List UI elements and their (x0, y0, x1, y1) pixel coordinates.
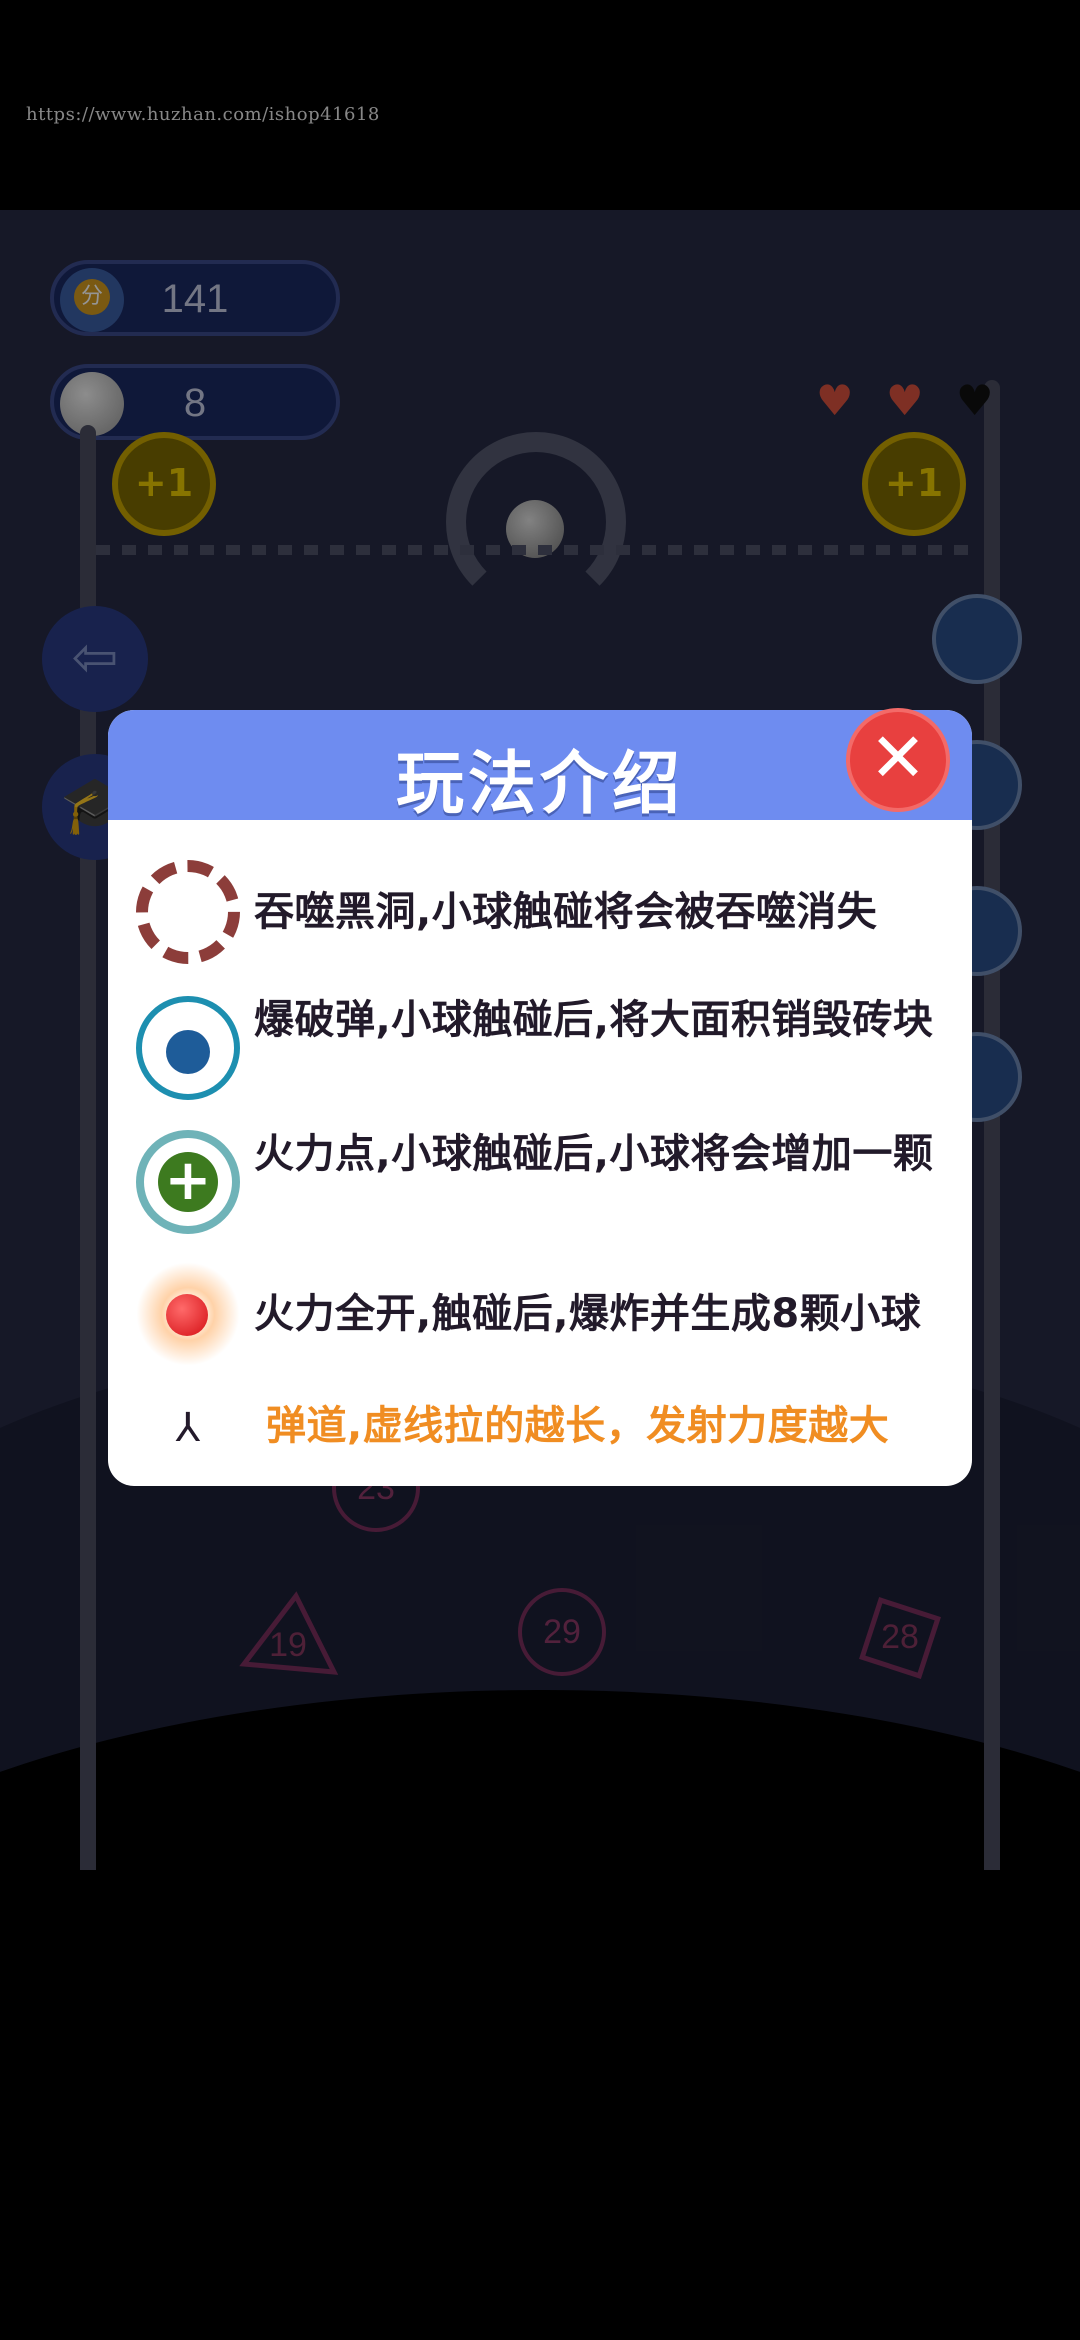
dialog-header: 玩法介绍 (108, 710, 972, 824)
rule-item: ⅄ 弹道,虚线拉的越长，发射力度越大 (108, 1380, 972, 1484)
close-icon[interactable]: ✕ (846, 708, 950, 812)
rule-item: 火力点,小球触碰后,小球将会增加一颗 (108, 1122, 972, 1242)
plus-icon (136, 1130, 240, 1234)
how-to-play-dialog: 玩法介绍 ✕ 吞噬黑洞,小球触碰将会被吞噬消失 爆破弹,小球触碰后,将大面积销毁… (108, 708, 972, 1486)
rule-text: 爆破弹,小球触碰后,将大面积销毁砖块 (254, 997, 934, 1043)
bomb-icon (136, 996, 240, 1100)
rule-text: 吞噬黑洞,小球触碰将会被吞噬消失 (254, 889, 878, 935)
dialog-title: 玩法介绍 (395, 745, 684, 824)
black-hole-icon (136, 860, 240, 964)
rule-item: 爆破弹,小球触碰后,将大面积销毁砖块 (108, 988, 972, 1108)
rule-text: 火力点,小球触碰后,小球将会增加一颗 (254, 1131, 934, 1177)
rule-text-hint: 弹道,虚线拉的越长，发射力度越大 (266, 1403, 890, 1449)
rule-item: 吞噬黑洞,小球触碰将会被吞噬消失 (108, 860, 972, 970)
rule-item: 火力全开,触碰后,爆炸并生成8颗小球 (108, 1260, 972, 1370)
fire-full-icon (136, 1262, 240, 1366)
rule-text: 火力全开,触碰后,爆炸并生成8颗小球 (254, 1291, 922, 1337)
trajectory-icon: ⅄ (175, 1405, 201, 1451)
